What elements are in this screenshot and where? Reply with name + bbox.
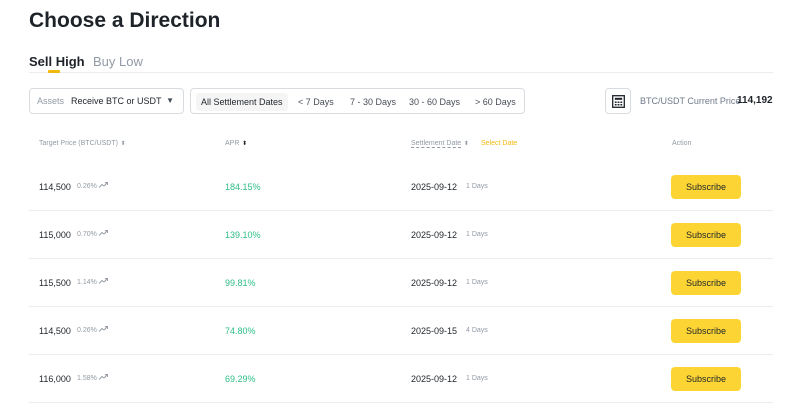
filter-30-60-days[interactable]: 30 - 60 Days xyxy=(409,93,460,111)
filter-all-settlement-dates[interactable]: All Settlement Dates xyxy=(196,93,288,111)
settlement-date-filter: All Settlement Dates < 7 Days 7 - 30 Day… xyxy=(190,88,525,114)
caret-down-icon: ▼ xyxy=(166,96,174,105)
filter-7-30-days[interactable]: 7 - 30 Days xyxy=(350,93,396,111)
calculator-button[interactable] xyxy=(605,88,631,114)
settlement-date: 2025-09-15 xyxy=(411,326,458,336)
price-change-pct: 0.26% xyxy=(77,183,97,190)
table-row: 114,500 0.26% 74.80% 2025-09-15 4 Days S… xyxy=(29,307,773,355)
header-action: Action xyxy=(672,140,692,147)
active-tab-indicator xyxy=(48,70,60,73)
assets-value: Receive BTC or USDT xyxy=(71,96,162,106)
filter-less-7-days[interactable]: < 7 Days xyxy=(298,93,334,111)
price-change-pct: 0.26% xyxy=(77,327,97,334)
sort-icon: ⬍ xyxy=(118,141,126,147)
target-price: 114,500 xyxy=(39,326,71,336)
direction-tabs: Sell High Buy Low xyxy=(29,52,773,73)
table-row: 115,000 0.70% 139.10% 2025-09-12 1 Days … xyxy=(29,211,773,259)
assets-label: Assets xyxy=(37,96,65,106)
apr-value: 69.29% xyxy=(225,374,256,384)
settlement-days: 4 Days xyxy=(466,327,488,334)
subscribe-button[interactable]: Subscribe xyxy=(671,271,741,295)
header-settlement-date-label: Settlement Date xyxy=(411,140,462,148)
target-price: 114,500 xyxy=(39,182,71,192)
page-title: Choose a Direction xyxy=(29,9,221,32)
trend-up-icon xyxy=(99,326,108,332)
settlement-days: 1 Days xyxy=(466,375,488,382)
current-price-label: BTC/USDT Current Price xyxy=(640,96,741,106)
sort-icon: ⬍ xyxy=(462,141,469,147)
header-apr-label: APR xyxy=(225,140,240,147)
tab-sell-high[interactable]: Sell High xyxy=(29,54,85,69)
header-target-price-label: Target Price (BTC/USDT) xyxy=(39,140,118,147)
settlement-date: 2025-09-12 xyxy=(411,182,458,192)
header-apr[interactable]: APR ⬍ xyxy=(225,140,247,147)
trend-up-icon xyxy=(99,182,108,188)
trend-up-icon xyxy=(99,278,108,284)
apr-value: 184.15% xyxy=(225,182,261,192)
table-row: 114,500 0.26% 184.15% 2025-09-12 1 Days … xyxy=(29,163,773,211)
price-change-pct: 0.70% xyxy=(77,231,97,238)
apr-value: 99.81% xyxy=(225,278,256,288)
target-price: 115,500 xyxy=(39,278,71,288)
price-change-pct: 1.14% xyxy=(77,279,97,286)
assets-select[interactable]: Assets Receive BTC or USDT ▼ xyxy=(29,88,184,114)
tab-buy-low[interactable]: Buy Low xyxy=(93,54,143,69)
settlement-date: 2025-09-12 xyxy=(411,230,458,240)
header-target-price[interactable]: Target Price (BTC/USDT) ⬍ xyxy=(39,140,126,147)
calculator-icon xyxy=(611,94,625,108)
sort-icon: ⬍ xyxy=(240,141,248,147)
trend-up-icon xyxy=(99,374,108,380)
apr-value: 74.80% xyxy=(225,326,256,336)
settlement-date: 2025-09-12 xyxy=(411,374,458,384)
select-date-link[interactable]: Select Date xyxy=(481,140,517,147)
settlement-days: 1 Days xyxy=(466,183,488,190)
filter-more-60-days[interactable]: > 60 Days xyxy=(475,93,516,111)
table-row: 116,000 1.58% 69.29% 2025-09-12 1 Days S… xyxy=(29,355,773,403)
subscribe-button[interactable]: Subscribe xyxy=(671,367,741,391)
table-row: 115,500 1.14% 99.81% 2025-09-12 1 Days S… xyxy=(29,259,773,307)
header-settlement-date[interactable]: Settlement Date ⬍ xyxy=(411,140,469,148)
target-price: 116,000 xyxy=(39,374,71,384)
target-price: 115,000 xyxy=(39,230,71,240)
trend-up-icon xyxy=(99,230,108,236)
subscribe-button[interactable]: Subscribe xyxy=(671,319,741,343)
current-price-value: 114,192 xyxy=(737,95,773,106)
apr-value: 139.10% xyxy=(225,230,261,240)
settlement-days: 1 Days xyxy=(466,231,488,238)
price-change-pct: 1.58% xyxy=(77,375,97,382)
subscribe-button[interactable]: Subscribe xyxy=(671,223,741,247)
settlement-days: 1 Days xyxy=(466,279,488,286)
subscribe-button[interactable]: Subscribe xyxy=(671,175,741,199)
settlement-date: 2025-09-12 xyxy=(411,278,458,288)
